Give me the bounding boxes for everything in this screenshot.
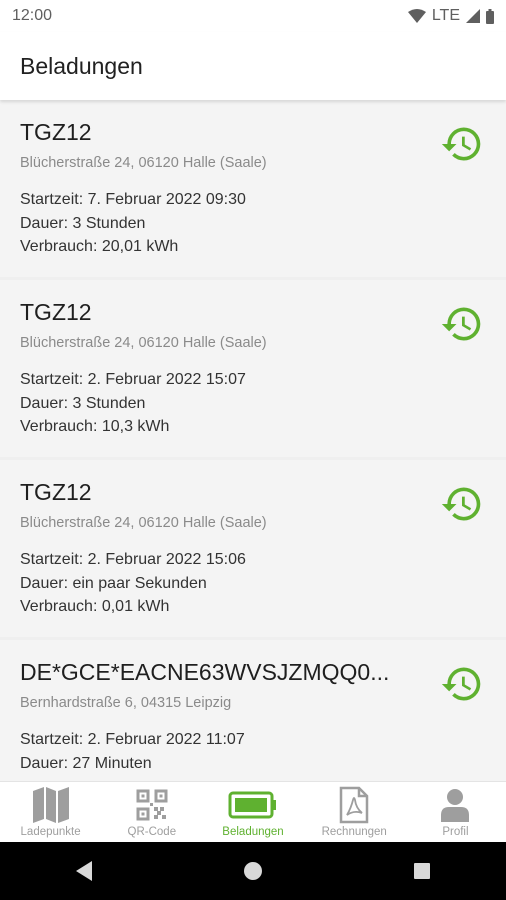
- duration: Dauer: 27 Minuten: [20, 754, 152, 772]
- charge-point-address: Blücherstraße 24, 06120 Halle (Saale): [20, 155, 267, 171]
- charge-point-address: Blücherstraße 24, 06120 Halle (Saale): [20, 515, 267, 531]
- recents-icon[interactable]: [392, 861, 452, 881]
- consumption: Verbrauch: 10,3 kWh: [20, 418, 170, 435]
- nav-qr-code[interactable]: QR-Code: [101, 782, 202, 842]
- battery-status-icon: [486, 8, 494, 24]
- start-time: Startzeit: 2. Februar 2022 15:06: [20, 551, 246, 568]
- nav-label: Rechnungen: [321, 826, 387, 838]
- charge-point-title: TGZ12: [20, 479, 92, 505]
- status-bar: 12:00 LTE: [0, 0, 506, 32]
- nav-ladepunkte[interactable]: Ladepunkte: [0, 782, 101, 842]
- qr-code-icon: [136, 786, 168, 824]
- person-icon: [439, 786, 471, 824]
- consumption: Verbrauch: 20,01 kWh: [20, 238, 179, 255]
- home-icon[interactable]: [223, 860, 283, 882]
- charge-details: Startzeit: 2. Februar 2022 15:06 Dauer: …: [20, 548, 486, 619]
- charge-point-address: Bernhardstraße 6, 04315 Leipzig: [20, 695, 232, 711]
- status-time: 12:00: [12, 7, 53, 24]
- battery-icon: [228, 786, 278, 824]
- history-icon[interactable]: [440, 482, 484, 526]
- nav-label: Ladepunkte: [20, 826, 81, 838]
- charge-details: Startzeit: 2. Februar 2022 15:07 Dauer: …: [20, 368, 486, 439]
- nav-beladungen[interactable]: Beladungen: [202, 782, 303, 842]
- page-title: Beladungen: [20, 52, 143, 79]
- charging-card[interactable]: TGZ12 Blücherstraße 24, 06120 Halle (Saa…: [0, 460, 506, 637]
- history-icon[interactable]: [440, 302, 484, 346]
- charge-point-title: DE*GCE*EACNE63WVSJZMQQ0...: [20, 659, 390, 685]
- network-label: LTE: [431, 7, 460, 24]
- app-bar: Beladungen: [0, 32, 506, 100]
- charge-point-title: TGZ12: [20, 119, 92, 145]
- charging-card[interactable]: DE*GCE*EACNE63WVSJZMQQ0... Bernhardstraß…: [0, 640, 506, 781]
- charging-list[interactable]: TGZ12 Blücherstraße 24, 06120 Halle (Saa…: [0, 100, 506, 781]
- charging-card[interactable]: TGZ12 Blücherstraße 24, 06120 Halle (Saa…: [0, 100, 506, 277]
- status-icons: LTE: [407, 7, 494, 25]
- system-navigation-bar: [0, 842, 506, 900]
- charging-card[interactable]: TGZ12 Blücherstraße 24, 06120 Halle (Saa…: [0, 280, 506, 457]
- start-time: Startzeit: 7. Februar 2022 09:30: [20, 191, 246, 208]
- signal-icon: [466, 9, 480, 23]
- pdf-document-icon: [338, 786, 370, 824]
- charge-point-title: TGZ12: [20, 299, 92, 325]
- start-time: Startzeit: 2. Februar 2022 11:07: [20, 731, 245, 748]
- nav-label: Beladungen: [222, 826, 284, 838]
- nav-rechnungen[interactable]: Rechnungen: [304, 782, 405, 842]
- bottom-navigation: Ladepunkte QR-Code Beladungen Rechnungen…: [0, 781, 506, 842]
- charge-point-address: Blücherstraße 24, 06120 Halle (Saale): [20, 335, 267, 351]
- start-time: Startzeit: 2. Februar 2022 15:07: [20, 371, 246, 388]
- history-icon[interactable]: [440, 662, 484, 706]
- charge-details: Startzeit: 2. Februar 2022 11:07 Dauer: …: [20, 728, 486, 775]
- duration: Dauer: 3 Stunden: [20, 394, 146, 412]
- charge-details: Startzeit: 7. Februar 2022 09:30 Dauer: …: [20, 188, 486, 259]
- back-icon[interactable]: [54, 860, 114, 882]
- history-icon[interactable]: [440, 122, 484, 166]
- nav-label: QR-Code: [127, 826, 177, 838]
- nav-label: Profil: [442, 826, 469, 838]
- nav-profil[interactable]: Profil: [405, 782, 506, 842]
- wifi-icon: [407, 9, 426, 23]
- map-icon: [31, 786, 71, 824]
- consumption: Verbrauch: 0,01 kWh: [20, 598, 170, 615]
- duration: Dauer: 3 Stunden: [20, 214, 146, 232]
- duration: Dauer: ein paar Sekunden: [20, 574, 207, 592]
